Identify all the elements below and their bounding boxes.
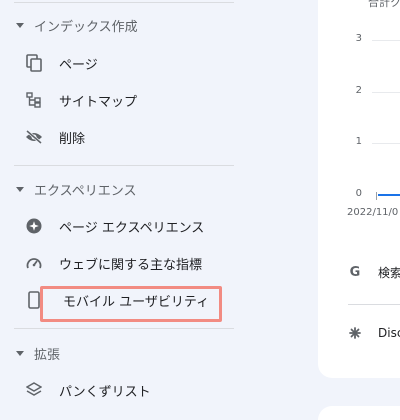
x-axis-tick	[376, 192, 377, 200]
y-tick-label: 3	[355, 33, 362, 44]
card-row-label: Disc	[378, 326, 400, 340]
gridline	[372, 143, 400, 144]
next-card	[318, 406, 400, 420]
card-row-label: 検索	[378, 265, 400, 280]
sidebar-item-page-experience[interactable]: ページ エクスペリエンス	[0, 210, 248, 242]
removals-icon	[25, 128, 43, 146]
gridline	[372, 40, 400, 41]
sidebar-item-breadcrumbs[interactable]: パンくずリスト	[0, 374, 248, 406]
search-console-screen: インデックス作成 ページ サイトマップ 削除 エクスペリエンス ページ エクスペ…	[0, 0, 400, 420]
caret-down-icon	[16, 22, 24, 28]
gridline	[372, 92, 400, 93]
section-header-indexing[interactable]: インデックス作成	[0, 11, 248, 39]
sidebar-item-sitemaps[interactable]: サイトマップ	[0, 84, 248, 116]
breadcrumbs-icon	[25, 381, 43, 399]
card-row-search[interactable]: G 検索	[348, 262, 400, 282]
sidebar-item-core-web-vitals[interactable]: ウェブに関する主な指標	[0, 247, 248, 279]
sidebar-item-label: パンくずリスト	[59, 384, 151, 400]
page-experience-icon	[25, 217, 43, 235]
sidebar-item-label: サイトマップ	[59, 94, 138, 110]
y-tick-label: 1	[355, 136, 362, 147]
caret-down-icon	[16, 186, 24, 192]
caret-down-icon	[16, 350, 24, 356]
discover-icon	[348, 326, 362, 340]
card-divider	[348, 304, 400, 305]
section-label: 拡張	[34, 347, 61, 363]
sitemap-icon	[25, 91, 43, 109]
x-tick-label: 2022/11/0	[347, 207, 399, 218]
sidebar-item-removals[interactable]: 削除	[0, 121, 248, 153]
sidebar-divider	[14, 2, 234, 3]
sidebar-divider	[14, 328, 234, 329]
sidebar-item-pages[interactable]: ページ	[0, 47, 248, 79]
section-label: エクスペリエンス	[34, 183, 137, 199]
chart-series-line	[378, 194, 400, 196]
core-web-vitals-icon	[25, 254, 43, 272]
section-header-enhancements[interactable]: 拡張	[0, 339, 248, 367]
card-title-partial: 合計ク	[368, 0, 400, 9]
sidebar-item-label: 削除	[59, 131, 86, 147]
pages-icon	[25, 54, 43, 72]
highlight-annotation-box	[40, 286, 222, 322]
y-tick-label: 2	[355, 85, 362, 96]
sidebar-item-label: ページ	[59, 57, 98, 73]
section-header-experience[interactable]: エクスペリエンス	[0, 175, 248, 203]
sidebar-item-label: ページ エクスペリエンス	[59, 220, 205, 236]
google-g-icon: G	[349, 264, 361, 280]
sidebar-divider	[14, 165, 234, 166]
card-row-discover[interactable]: Disc	[348, 323, 400, 343]
sidebar-item-label: ウェブに関する主な指標	[59, 257, 203, 273]
y-tick-label: 0	[355, 188, 362, 199]
sidebar-nav: インデックス作成 ページ サイトマップ 削除 エクスペリエンス ページ エクスペ…	[0, 0, 248, 420]
section-label: インデックス作成	[34, 19, 138, 35]
